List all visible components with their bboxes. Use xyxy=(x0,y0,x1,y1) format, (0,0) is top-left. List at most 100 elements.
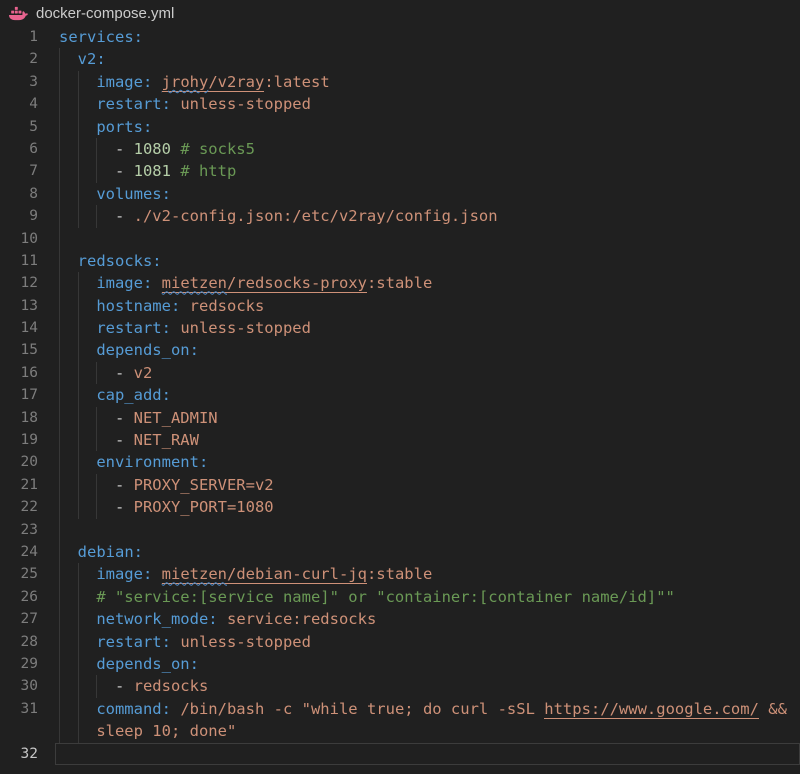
code-line[interactable]: 9 - ./v2-config.json:/etc/v2ray/config.js… xyxy=(0,205,800,227)
indent-guide xyxy=(59,608,78,630)
code-line[interactable]: 21- PROXY_SERVER=v2 xyxy=(0,474,800,496)
indent-guide xyxy=(78,631,97,653)
indent-guide xyxy=(59,116,78,138)
token-punc: - xyxy=(115,140,134,158)
code-line[interactable]: 27network_mode: service:redsocks xyxy=(0,608,800,630)
line-content: - 1081 # http xyxy=(55,160,800,182)
code-line[interactable]: 5ports: xyxy=(0,116,800,138)
code-line[interactable]: 24debian: xyxy=(0,541,800,563)
code-line[interactable]: 12image: mietzen/redsocks-proxy:stable xyxy=(0,272,800,294)
code-line[interactable]: 8volumes: xyxy=(0,183,800,205)
line-content: command: /bin/bash -c "while true; do cu… xyxy=(55,698,800,720)
indent-guide xyxy=(78,720,97,742)
code-line[interactable]: 23 xyxy=(0,519,800,541)
code-line[interactable]: 17cap_add: xyxy=(0,384,800,406)
title-bar: docker-compose.yml xyxy=(0,0,800,26)
token-val: NET_ADMIN xyxy=(134,409,218,427)
token-val: :stable xyxy=(367,565,432,583)
line-number: 31 xyxy=(0,698,38,720)
code-line[interactable]: 4restart: unless-stopped xyxy=(0,93,800,115)
token-sp xyxy=(171,162,180,180)
indent-guide xyxy=(59,720,78,742)
indent-guide xyxy=(96,138,115,160)
code-line[interactable]: 3image: jrohy/v2ray:latest xyxy=(0,71,800,93)
line-content: image: mietzen/debian-curl-jq:stable xyxy=(55,563,800,585)
line-number: 2 xyxy=(0,48,38,70)
indent-guide xyxy=(59,93,78,115)
code-line[interactable]: 15depends_on: xyxy=(0,339,800,361)
line-content: depends_on: xyxy=(55,339,800,361)
line-number: 30 xyxy=(0,675,38,697)
line-number: 10 xyxy=(0,228,38,250)
token-sp xyxy=(171,633,180,651)
code-line[interactable]: 18- NET_ADMIN xyxy=(0,407,800,429)
code-line[interactable]: 19- NET_RAW xyxy=(0,429,800,451)
link[interactable]: /redsocks-proxy xyxy=(227,274,367,293)
code-line[interactable]: 26# "service:[service name]" or "contain… xyxy=(0,586,800,608)
code-line[interactable]: sleep 10; done" xyxy=(0,720,800,742)
indent-guide xyxy=(59,563,78,585)
indent-guide xyxy=(96,407,115,429)
token-val: sleep 10; done" xyxy=(96,722,236,740)
code-line[interactable]: 20environment: xyxy=(0,451,800,473)
indent-guide xyxy=(78,653,97,675)
token-key: ports: xyxy=(96,118,152,136)
link[interactable]: /debian-curl-jq xyxy=(227,565,367,584)
line-number: 29 xyxy=(0,653,38,675)
code-line[interactable]: 30- redsocks xyxy=(0,675,800,697)
indent-guide xyxy=(78,451,97,473)
link[interactable]: https://www.google.com/ xyxy=(544,700,759,719)
editor-window: docker-compose.yml 1services:2 v2: 3image:… xyxy=(0,0,800,765)
line-number: 17 xyxy=(0,384,38,406)
code-line[interactable]: 6- 1080 # socks5 xyxy=(0,138,800,160)
code-line[interactable]: 11redsocks: xyxy=(0,250,800,272)
code-line[interactable]: 13hostname: redsocks xyxy=(0,295,800,317)
code-line[interactable]: 22- PROXY_PORT=1080 xyxy=(0,496,800,518)
link[interactable]: mietzen xyxy=(162,274,227,293)
code-line[interactable]: 14restart: unless-stopped xyxy=(0,317,800,339)
indent-guide xyxy=(96,496,115,518)
line-number: 9 xyxy=(0,205,38,227)
link[interactable]: /v2ray xyxy=(208,73,264,92)
line-content: - ./v2-config.json:/etc/v2ray/config.jso… xyxy=(55,205,800,227)
token-key: v2: xyxy=(78,50,106,68)
token-sp xyxy=(152,565,161,583)
token-val: ./v2-config.json:/etc/v2ray/config.json xyxy=(134,207,498,225)
token-key: network_mode: xyxy=(96,610,217,628)
code-line[interactable]: 16- v2 xyxy=(0,362,800,384)
indent-guide xyxy=(59,339,78,361)
indent-guide xyxy=(59,429,78,451)
token-key: depends_on: xyxy=(96,655,199,673)
line-number: 23 xyxy=(0,519,38,541)
indent-guide xyxy=(78,474,97,496)
token-key: restart: xyxy=(96,95,171,113)
code-line[interactable]: 10 xyxy=(0,228,800,250)
indent-guide xyxy=(78,362,97,384)
token-val: unless-stopped xyxy=(180,319,311,337)
code-line[interactable]: 7- 1081 # http xyxy=(0,160,800,182)
indent-guide xyxy=(78,675,97,697)
token-sp xyxy=(180,297,189,315)
code-line[interactable]: 32 xyxy=(0,743,800,765)
line-number: 16 xyxy=(0,362,38,384)
token-val: && xyxy=(759,700,787,718)
line-number: 20 xyxy=(0,451,38,473)
line-content: - PROXY_SERVER=v2 xyxy=(55,474,800,496)
code-line[interactable]: 2 v2: xyxy=(0,48,800,70)
link[interactable]: mietzen xyxy=(162,565,227,584)
docker-whale-icon xyxy=(9,6,28,21)
code-line[interactable]: 1services: xyxy=(0,26,800,48)
code-line[interactable]: 28restart: unless-stopped xyxy=(0,631,800,653)
indent-guide xyxy=(59,541,78,563)
indent-guide xyxy=(96,160,115,182)
code-area[interactable]: 1services:2 v2: 3image: jrohy/v2ray:latest… xyxy=(0,26,800,765)
token-punc: - xyxy=(115,409,134,427)
token-val: :stable xyxy=(367,274,432,292)
code-line[interactable]: 29 depends_on: xyxy=(0,653,800,675)
indent-guide xyxy=(59,519,78,541)
indent-guide xyxy=(78,93,97,115)
code-line[interactable]: 25image: mietzen/debian-curl-jq:stable xyxy=(0,563,800,585)
indent-guide xyxy=(78,295,97,317)
link[interactable]: jrohy xyxy=(162,73,209,92)
code-line[interactable]: 31 command: /bin/bash -c "while true; do … xyxy=(0,698,800,720)
